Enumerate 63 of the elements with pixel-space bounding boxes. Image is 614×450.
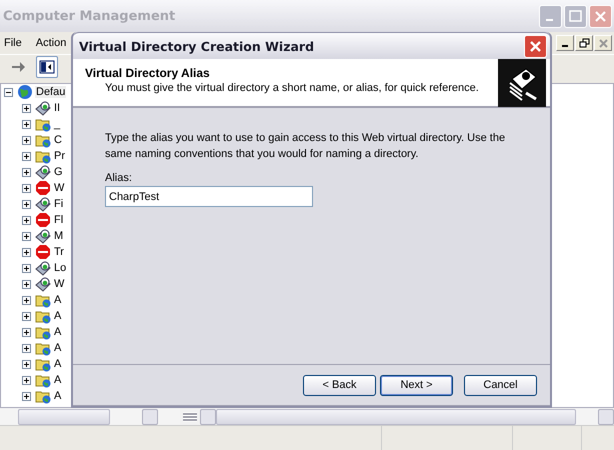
tree-item[interactable]: A (53, 390, 62, 402)
collapse-icon[interactable] (4, 88, 13, 96)
expand-icon[interactable] (22, 248, 31, 256)
expand-icon[interactable] (22, 280, 31, 288)
expand-icon[interactable] (22, 232, 31, 240)
tree-item[interactable]: C (53, 134, 63, 146)
tree-item[interactable]: W (53, 278, 66, 290)
splitter-icon[interactable] (182, 410, 198, 422)
expand-icon[interactable] (22, 104, 31, 112)
horizontal-scrollbar[interactable] (200, 408, 614, 424)
back-button[interactable]: < Back (303, 374, 376, 396)
wizard-subheading: You must give the virtual directory a short name, or alias, for quick reference. (104, 82, 479, 94)
tree-item[interactable]: A (53, 310, 62, 322)
tree-item[interactable]: A (53, 326, 62, 338)
expand-icon[interactable] (22, 120, 31, 128)
expand-icon[interactable] (22, 264, 31, 272)
expand-icon[interactable] (22, 136, 31, 144)
window-title: Computer Management (3, 8, 176, 24)
tree-item[interactable]: Lo (53, 262, 68, 274)
tree-item[interactable]: G (53, 166, 64, 178)
alias-label: Alias: (105, 172, 133, 184)
expand-icon[interactable] (22, 200, 31, 208)
close-icon[interactable] (594, 35, 612, 51)
tree-item[interactable]: Fi (53, 198, 64, 210)
tree-item[interactable]: Fl (53, 214, 64, 226)
menu-item[interactable]: File (4, 37, 22, 49)
tree-item[interactable]: A (53, 358, 62, 370)
pane-toggle-icon[interactable] (36, 56, 58, 78)
expand-icon[interactable] (22, 152, 31, 160)
expand-icon[interactable] (22, 312, 31, 320)
expand-icon[interactable] (22, 328, 31, 336)
stop-sign-icon (35, 244, 51, 260)
expand-icon[interactable] (22, 344, 31, 352)
wizard-heading: Virtual Directory Alias (85, 66, 211, 80)
tree-item[interactable]: W (53, 182, 66, 194)
tree-item[interactable]: A (53, 294, 62, 306)
stop-sign-icon (35, 180, 51, 196)
close-icon[interactable] (524, 34, 547, 58)
expand-icon[interactable] (22, 360, 31, 368)
tree-item[interactable]: Tr (53, 246, 65, 258)
expand-icon[interactable] (22, 184, 31, 192)
minimize-icon[interactable] (556, 35, 574, 51)
expand-icon[interactable] (22, 376, 31, 384)
tree-item[interactable]: Pr (53, 150, 66, 162)
alias-field[interactable]: CharpTest (105, 186, 313, 207)
tree-item[interactable]: _ (53, 118, 62, 130)
expand-icon[interactable] (22, 168, 31, 176)
tree-item[interactable]: A (53, 342, 62, 354)
expand-icon[interactable] (22, 296, 31, 304)
cancel-button[interactable]: Cancel (464, 374, 537, 396)
globe-icon (17, 84, 33, 100)
tree-item[interactable]: A (53, 374, 62, 386)
tree-item[interactable]: II (53, 102, 62, 114)
expand-icon[interactable] (22, 392, 31, 400)
menu-item[interactable]: Action (36, 37, 66, 49)
next-button[interactable]: Next > (380, 374, 453, 396)
expand-icon[interactable] (22, 216, 31, 224)
dialog-title: Virtual Directory Creation Wizard (79, 38, 314, 54)
tree-item[interactable]: M (53, 230, 64, 242)
tree-item[interactable]: Defau (35, 86, 66, 98)
instructions-text: Type the alias you want to use to gain access to this Web virtual directory. Use the same naming conventions that you would for naming a directory. (105, 131, 506, 162)
restore-icon[interactable] (575, 35, 593, 51)
stop-sign-icon (35, 212, 51, 228)
